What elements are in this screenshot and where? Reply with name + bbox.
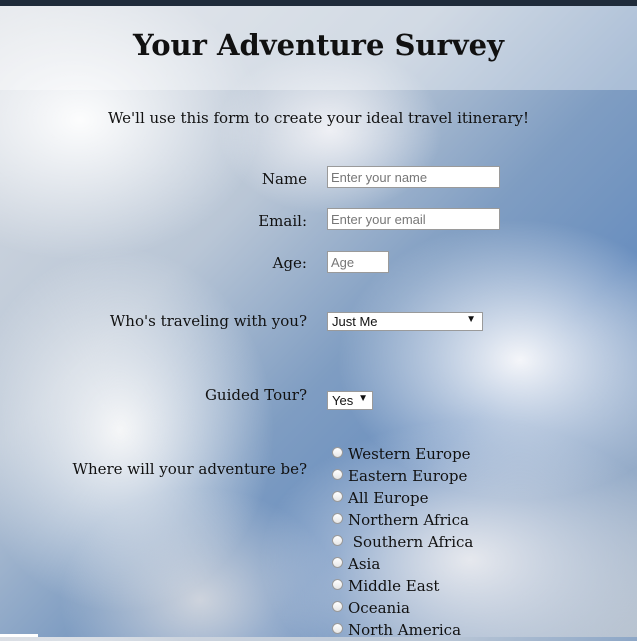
radio-option[interactable]: Middle East	[332, 575, 473, 597]
radio-option[interactable]: Asia	[332, 553, 473, 575]
radio-button[interactable]	[332, 468, 343, 480]
radio-button[interactable]	[332, 446, 343, 458]
companions-select[interactable]: Just Me ▼	[327, 312, 483, 331]
radio-button[interactable]	[332, 534, 343, 546]
radio-option[interactable]: Western Europe	[332, 443, 473, 465]
radio-button[interactable]	[332, 600, 343, 612]
chevron-down-icon: ▼	[358, 393, 368, 404]
destination-label: Where will your adventure be?	[72, 460, 307, 478]
email-label: Email:	[258, 212, 307, 230]
radio-option[interactable]: All Europe	[332, 487, 473, 509]
radio-option-label: Southern Africa	[348, 533, 474, 551]
intro-text: We'll use this form to create your ideal…	[107, 109, 530, 127]
name-label: Name	[261, 170, 307, 188]
radio-option-label: Middle East	[348, 577, 440, 595]
radio-option-label: Oceania	[348, 599, 410, 617]
radio-button[interactable]	[332, 556, 343, 568]
radio-option[interactable]: Southern Africa	[332, 531, 473, 553]
radio-button[interactable]	[332, 578, 343, 590]
header: Your Adventure Survey	[0, 6, 637, 90]
radio-option[interactable]: Eastern Europe	[332, 465, 473, 487]
destination-radio-group: Western Europe Eastern Europe All Europe…	[332, 443, 473, 641]
guided-tour-label: Guided Tour?	[204, 386, 307, 404]
radio-option-label: North America	[348, 621, 462, 639]
guided-tour-selected-value: Yes	[332, 393, 354, 408]
companions-selected-value: Just Me	[332, 314, 378, 329]
companions-label: Who's traveling with you?	[109, 312, 307, 330]
page-title: Your Adventure Survey	[133, 28, 504, 62]
email-input[interactable]	[327, 208, 500, 230]
radio-button[interactable]	[332, 622, 343, 634]
radio-button[interactable]	[332, 512, 343, 524]
radio-option-label: Northern Africa	[348, 511, 469, 529]
name-input[interactable]	[327, 166, 500, 188]
radio-option[interactable]: Oceania	[332, 597, 473, 619]
radio-option[interactable]: North America	[332, 619, 473, 641]
radio-option[interactable]: Northern Africa	[332, 509, 473, 531]
radio-option-label: Asia	[348, 555, 381, 573]
radio-option-label: All Europe	[348, 489, 429, 507]
radio-option-label: Western Europe	[348, 445, 471, 463]
age-label: Age:	[272, 254, 307, 272]
radio-option-label: Eastern Europe	[348, 467, 468, 485]
radio-button[interactable]	[332, 490, 343, 502]
guided-tour-select[interactable]: Yes ▼	[327, 391, 373, 410]
age-input[interactable]	[327, 251, 389, 273]
chevron-down-icon: ▼	[466, 314, 476, 325]
